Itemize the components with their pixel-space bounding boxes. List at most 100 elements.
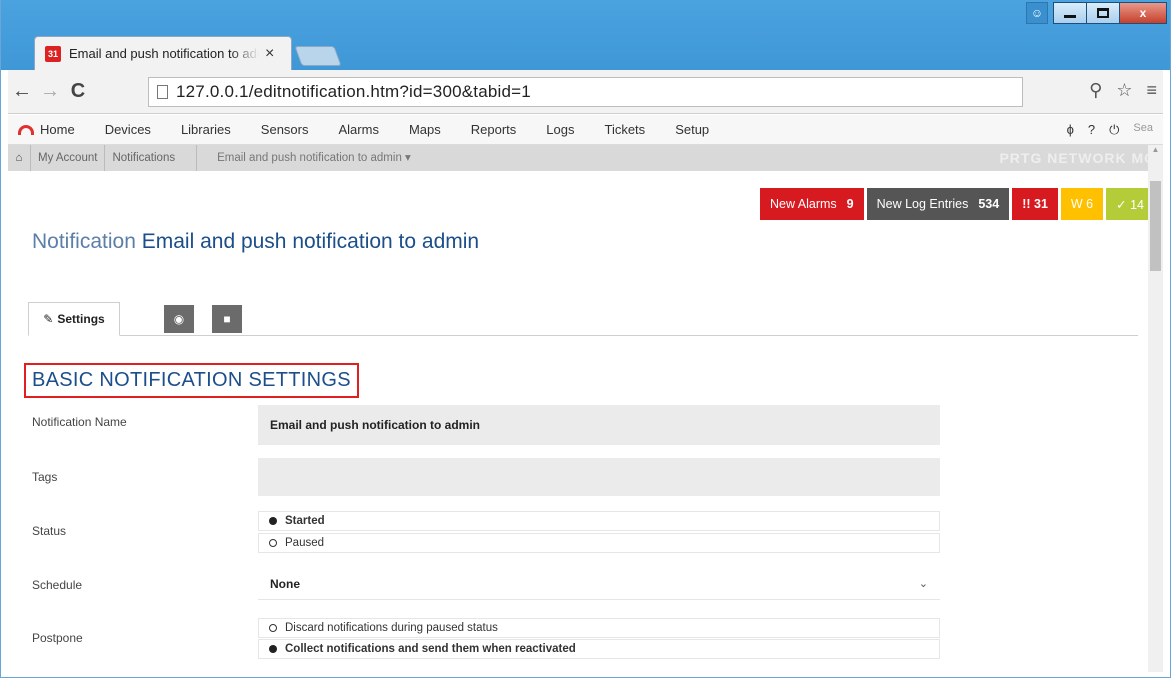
page-title-kind: Notification [32,230,136,253]
page-icon [157,85,168,99]
radio-unselected-icon [269,624,277,632]
form-row-tags: Tags [32,458,942,496]
tab-settings-label: Settings [57,312,105,326]
nav-right-tools: ϕ ? ⏻ Sea [1067,122,1153,138]
browser-toolbar: ← → C 127.0.0.1 /editnotification.htm?id… [8,70,1163,114]
pencil-icon: ✎ [43,312,54,326]
postpone-option-discard[interactable]: Discard notifications during paused stat… [258,618,940,638]
new-log-entries-badge[interactable]: New Log Entries 534 [866,188,1010,220]
nav-reports[interactable]: Reports [471,122,517,137]
notification-name-value: Email and push notification to admin [270,418,481,432]
postpone-option-discard-label: Discard notifications during paused stat… [285,622,498,634]
tab-title: Email and push notification to admin [69,46,259,61]
status-option-paused-label: Paused [285,537,325,549]
toolbar-right: ⚲ ☆ ≡ [1089,80,1157,101]
forward-arrow-icon[interactable]: → [36,80,64,103]
url-host: 127.0.0.1 [176,82,249,101]
close-window-button[interactable]: x [1119,2,1167,24]
schedule-select[interactable]: None ⌄ [258,568,940,600]
prtg-main-nav: Home Devices Libraries Sensors Alarms Ma… [8,115,1163,145]
browser-window: ☺ x 31 Email and push notification to ad… [0,0,1171,678]
postpone-label: Postpone [32,631,83,645]
prtg-favicon-icon: 31 [45,45,61,62]
bookmark-star-icon[interactable]: ☆ [1116,80,1132,101]
alarm-summary: New Alarms 9 New Log Entries 534 !! 31 W… [759,188,1148,220]
schedule-value: None [270,577,300,591]
tags-input[interactable] [258,458,940,496]
address-bar[interactable]: 127.0.0.1 /editnotification.htm?id=300&t… [148,77,1023,107]
schedule-label: Schedule [32,578,83,592]
key-icon[interactable]: ⚲ [1089,80,1102,101]
help-icon[interactable]: ? [1088,122,1095,138]
reload-icon[interactable]: C [64,80,92,103]
url-path: /editnotification.htm?id=300&tabid=1 [248,82,531,101]
warning-sensors-count: W 6 [1070,197,1094,211]
nav-devices[interactable]: Devices [105,122,151,137]
down-sensors-count: !! 31 [1022,197,1048,211]
postpone-option-collect-label: Collect notifications and send them when… [285,643,576,655]
nav-tickets[interactable]: Tickets [604,122,645,137]
status-option-started-label: Started [285,515,325,527]
down-sensors-badge[interactable]: !! 31 [1012,188,1058,220]
scrollbar[interactable]: ▲ [1148,145,1163,672]
scroll-up-icon[interactable]: ▲ [1148,145,1163,159]
form-row-postpone: Postpone Discard notifications during pa… [32,617,942,663]
breadcrumb-notifications[interactable]: Notifications [104,145,182,171]
new-alarms-label: New Alarms [769,197,837,211]
tab-close-icon[interactable]: × [265,45,274,63]
prtg-logo-icon [18,124,34,135]
status-option-started[interactable]: Started [258,511,940,531]
page-tabs: ✎ Settings ◉ ■ [28,302,1138,336]
radio-selected-icon [269,645,277,653]
browser-tab[interactable]: 31 Email and push notification to admin … [34,36,292,70]
page-title-name: Email and push notification to admin [141,230,480,253]
title-bar: ☺ x 31 Email and push notification to ad… [0,0,1171,70]
minimize-button[interactable] [1053,2,1087,24]
maximize-button[interactable] [1086,2,1120,24]
new-alarms-badge[interactable]: New Alarms 9 [759,188,864,220]
chevron-down-icon: ⌄ [918,578,928,590]
menu-icon[interactable]: ≡ [1146,80,1157,101]
search-stub[interactable]: Sea [1133,122,1153,138]
breadcrumb: ⌂ My Account Notifications Email and pus… [8,145,1156,171]
logout-icon[interactable]: ⏻ [1109,122,1119,138]
up-sensors-badge[interactable]: ✓ 14 [1106,188,1148,220]
breadcrumb-my-account[interactable]: My Account [30,145,104,171]
breadcrumb-current[interactable]: Email and push notification to admin ▾ [196,145,418,171]
nav-alarms[interactable]: Alarms [339,122,379,137]
tab-comments-icon[interactable]: ◉ [164,305,194,333]
refresh-icon[interactable]: ϕ [1067,122,1074,138]
form-row-status: Status Started Paused [32,510,942,556]
nav-setup[interactable]: Setup [675,122,709,137]
postpone-option-collect[interactable]: Collect notifications and send them when… [258,639,940,659]
nav-sensors[interactable]: Sensors [261,122,309,137]
notification-name-label: Notification Name [32,415,127,429]
page-title: Notification Email and push notification… [32,230,479,254]
tab-settings[interactable]: ✎ Settings [28,302,120,336]
new-log-label: New Log Entries [876,197,969,211]
status-label: Status [32,524,67,538]
status-option-paused[interactable]: Paused [258,533,940,553]
form-row-schedule: Schedule None ⌄ [32,568,942,602]
up-sensors-count: ✓ 14 [1116,197,1144,212]
tab-history-icon[interactable]: ■ [212,305,242,333]
section-title: BASIC NOTIFICATION SETTINGS [24,363,359,398]
nav-libraries[interactable]: Libraries [181,122,231,137]
nav-home[interactable]: Home [40,122,75,137]
tags-label: Tags [32,470,58,484]
radio-unselected-icon [269,539,277,547]
prtg-brand-text: PRTG NETWORK MO [999,150,1156,166]
warning-sensors-badge[interactable]: W 6 [1060,188,1104,220]
scroll-thumb[interactable] [1150,181,1161,271]
new-log-count: 534 [978,197,1000,211]
back-arrow-icon[interactable]: ← [8,80,36,103]
radio-selected-icon [269,517,277,525]
form-row-name: Notification Name Email and push notific… [32,405,942,445]
nav-maps[interactable]: Maps [409,122,441,137]
nav-logs[interactable]: Logs [546,122,574,137]
user-icon[interactable]: ☺ [1026,2,1048,24]
window-controls: ☺ x [1026,2,1167,24]
notification-name-input[interactable]: Email and push notification to admin [258,405,940,445]
home-icon[interactable]: ⌂ [8,152,30,164]
new-tab-button[interactable] [294,46,342,66]
